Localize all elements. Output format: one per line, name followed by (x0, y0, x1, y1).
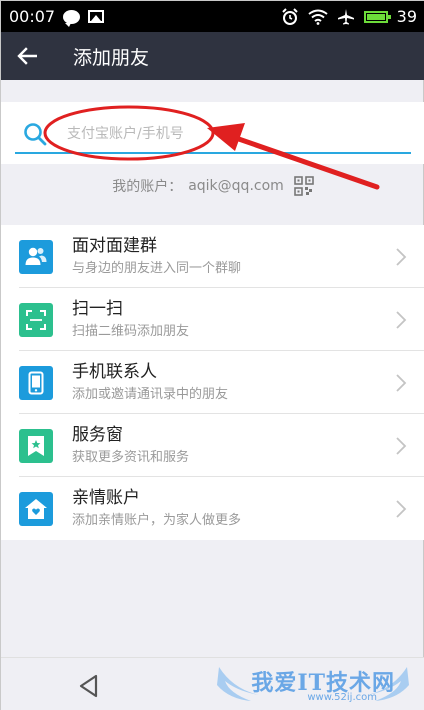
group-icon (19, 239, 53, 274)
list-item-family-account[interactable]: 亲情账户 添加亲情账户，为家人做更多 (1, 477, 424, 540)
watermark-url: www.52ij.com (307, 692, 377, 703)
list-item-phone-contacts[interactable]: 手机联系人 添加或邀请通讯录中的朋友 (1, 351, 424, 414)
search-icon (15, 117, 55, 151)
alarm-icon (281, 7, 298, 25)
item-subtitle: 添加或邀请通讯录中的朋友 (72, 386, 229, 402)
battery-icon (363, 10, 391, 23)
account-value: aqik@qq.com (188, 178, 284, 194)
page-title: 添加朋友 (73, 46, 150, 69)
phone-icon (19, 365, 53, 400)
chevron-right-icon (396, 437, 407, 455)
item-title: 亲情账户 (72, 487, 140, 508)
item-subtitle: 与身边的朋友进入同一个群聊 (72, 260, 242, 276)
item-title: 手机联系人 (72, 361, 157, 382)
status-bar: 00:07 39 (1, 1, 424, 32)
chevron-right-icon (396, 500, 407, 518)
status-time: 00:07 (9, 7, 56, 26)
item-title: 服务窗 (72, 424, 123, 445)
search-box[interactable] (15, 116, 411, 154)
family-account-icon (19, 491, 53, 526)
my-account-line: 我的账户： aqik@qq.com (1, 171, 424, 201)
back-button[interactable] (1, 32, 53, 80)
item-title: 面对面建群 (72, 235, 157, 256)
item-title: 扫一扫 (72, 298, 123, 319)
service-window-icon (19, 428, 53, 463)
chevron-right-icon (396, 374, 407, 392)
add-friend-options-list: 面对面建群 与身边的朋友进入同一个群聊 扫一扫 扫描二维码添加朋友 手机联系人 … (1, 225, 424, 540)
qr-code-icon[interactable] (293, 176, 314, 196)
arrow-left-icon (17, 47, 37, 65)
chat-bubble-icon (63, 9, 81, 27)
item-subtitle: 添加亲情账户，为家人做更多 (72, 512, 242, 528)
item-subtitle: 扫描二维码添加朋友 (72, 323, 190, 339)
search-input[interactable] (55, 119, 355, 149)
image-icon (88, 10, 105, 23)
airplane-mode-icon (337, 8, 354, 24)
chevron-right-icon (396, 248, 407, 266)
list-item-face-to-face-group[interactable]: 面对面建群 与身边的朋友进入同一个群聊 (1, 225, 424, 288)
account-label: 我的账户： (112, 179, 183, 195)
list-item-scan[interactable]: 扫一扫 扫描二维码添加朋友 (1, 288, 424, 351)
chevron-right-icon (396, 311, 407, 329)
nav-back-triangle-icon[interactable] (75, 672, 103, 700)
wifi-icon (308, 9, 328, 25)
search-area (1, 102, 424, 164)
app-header: 添加朋友 (1, 32, 424, 80)
list-item-service-window[interactable]: 服务窗 获取更多资讯和服务 (1, 414, 424, 477)
battery-percent: 39 (396, 7, 417, 26)
item-subtitle: 获取更多资讯和服务 (72, 449, 190, 465)
scan-icon (19, 302, 53, 337)
